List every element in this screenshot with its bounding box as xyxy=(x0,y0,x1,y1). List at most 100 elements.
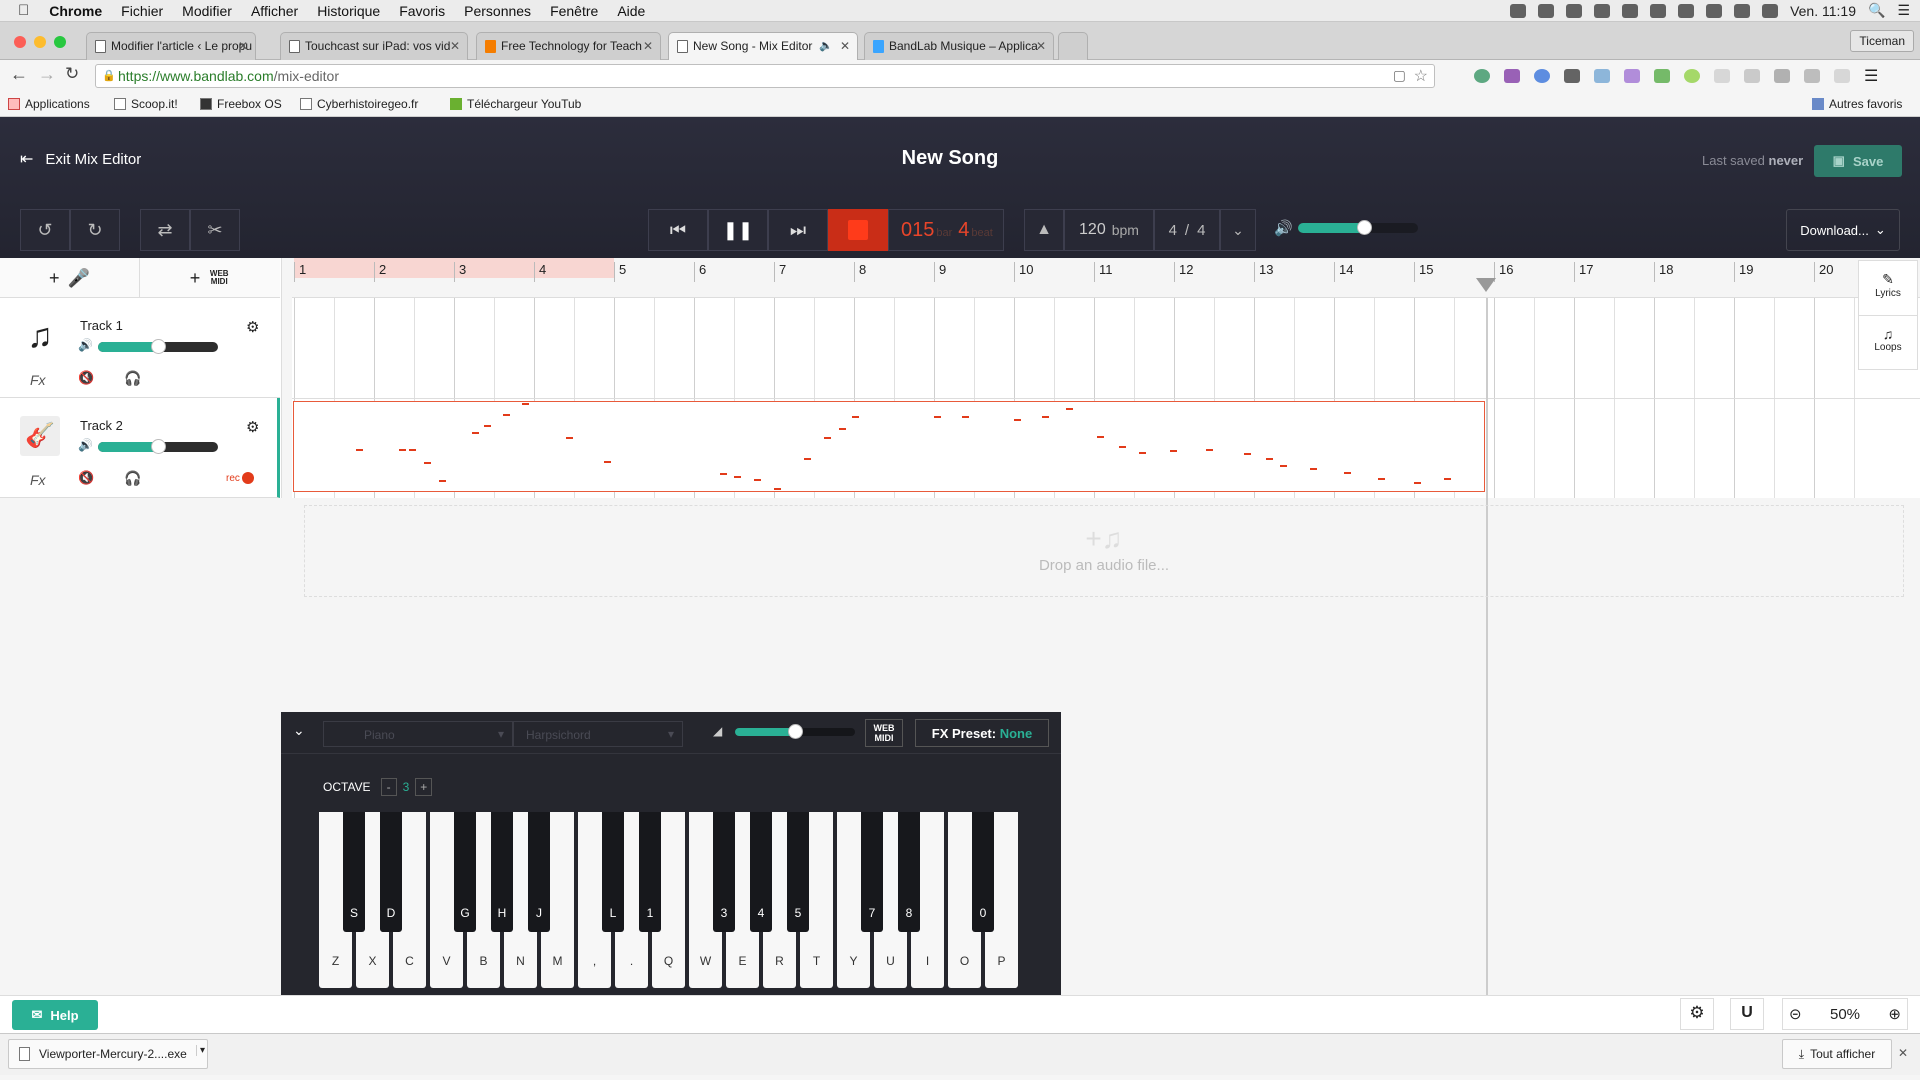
creative-cloud-icon[interactable] xyxy=(1622,3,1639,18)
track-volume-slider[interactable] xyxy=(98,439,218,454)
bookmark-scoopit[interactable]: Scoop.it! xyxy=(114,97,178,111)
midi-note[interactable] xyxy=(1414,482,1421,484)
download-button[interactable]: Download... ⌄ xyxy=(1786,209,1900,251)
zoom-out-icon[interactable]: ⊝ xyxy=(1789,1005,1802,1023)
track-row[interactable]: ♫ Track 1 ⚙ 🔊 Fx 🔇 🎧 xyxy=(0,298,280,398)
cloud-icon[interactable] xyxy=(1510,3,1527,18)
track-name[interactable]: Track 1 xyxy=(80,318,123,333)
extension-icon[interactable] xyxy=(1714,69,1730,83)
browser-tab[interactable]: Modifier l'article ‹ Le propu ✕ xyxy=(86,32,256,60)
octave-increase-button[interactable]: + xyxy=(415,778,433,796)
midi-note[interactable] xyxy=(754,479,761,481)
add-voice-track-button[interactable]: + 🎤 xyxy=(0,258,140,298)
track-instrument-icon[interactable]: ♫ xyxy=(20,316,60,356)
menu-afficher[interactable]: Afficher xyxy=(251,3,298,19)
piano-black-key[interactable]: L xyxy=(602,812,624,932)
drive-icon[interactable] xyxy=(1594,3,1611,18)
close-tab-icon[interactable]: ✕ xyxy=(840,39,850,53)
keyboard-volume-slider[interactable] xyxy=(735,724,855,739)
browser-tab[interactable]: Touchcast sur iPad: vos vid ✕ xyxy=(280,32,468,60)
position-counter[interactable]: 015 bar 4 beat xyxy=(888,209,1004,251)
midi-note[interactable] xyxy=(1378,478,1385,480)
profile-button[interactable]: Ticeman xyxy=(1850,30,1914,52)
browser-tab[interactable]: Free Technology for Teach ✕ xyxy=(476,32,661,60)
instrument-select[interactable]: Piano ▾ xyxy=(323,721,513,747)
piano-black-key[interactable]: G xyxy=(454,812,476,932)
lyrics-button[interactable]: ✎ Lyrics xyxy=(1859,261,1917,316)
close-tab-icon[interactable]: ✕ xyxy=(238,39,248,53)
menu-historique[interactable]: Historique xyxy=(317,3,380,19)
menu-fenetre[interactable]: Fenêtre xyxy=(550,3,598,19)
airplay-icon[interactable] xyxy=(1650,3,1667,18)
track-instrument-icon[interactable]: 🎸 xyxy=(20,416,60,456)
skip-back-button[interactable]: ⏮ xyxy=(648,209,708,251)
bookmark-other[interactable]: Autres favoris xyxy=(1812,97,1902,111)
record-button[interactable] xyxy=(828,209,888,251)
camera-icon[interactable] xyxy=(1594,69,1610,83)
box-icon[interactable] xyxy=(1538,3,1555,18)
track-volume-icon[interactable]: 🔊 xyxy=(78,438,93,452)
zoom-window-button[interactable] xyxy=(54,36,66,48)
mute-icon[interactable]: 🔇 xyxy=(78,370,94,386)
gear-icon[interactable]: ⚙ xyxy=(246,418,259,436)
midi-note[interactable] xyxy=(1444,478,1451,480)
midi-note[interactable] xyxy=(566,437,573,439)
rss-icon[interactable] xyxy=(1834,69,1850,83)
midi-note[interactable] xyxy=(399,449,406,451)
add-midi-track-button[interactable]: + WEB MIDI xyxy=(140,258,280,298)
notification-center-icon[interactable]: ☰ xyxy=(1897,2,1910,19)
close-shelf-icon[interactable]: ✕ xyxy=(1898,1046,1908,1060)
midi-note[interactable] xyxy=(472,432,479,434)
midi-note[interactable] xyxy=(1119,446,1126,448)
piano-black-key[interactable]: 4 xyxy=(750,812,772,932)
midi-note[interactable] xyxy=(424,462,431,464)
menu-chrome[interactable]: Chrome xyxy=(49,3,102,19)
midi-note[interactable] xyxy=(1170,450,1177,452)
pen-icon[interactable] xyxy=(1624,69,1640,83)
preset-select[interactable]: Harpsichord ▾ xyxy=(513,721,683,747)
download-menu-arrow-icon[interactable]: ▾ xyxy=(195,1045,205,1056)
midi-note[interactable] xyxy=(720,473,727,475)
playhead-marker-icon[interactable] xyxy=(1476,278,1496,292)
forward-icon[interactable]: → xyxy=(38,64,56,85)
midi-note[interactable] xyxy=(824,437,831,439)
url-field[interactable]: 🔒 https://www.bandlab.com/mix-editor ▢ ☆ xyxy=(95,64,1435,88)
midi-note[interactable] xyxy=(409,449,416,451)
midi-note[interactable] xyxy=(604,461,611,463)
piano-black-key[interactable]: 3 xyxy=(713,812,735,932)
notion-icon[interactable] xyxy=(1774,69,1790,83)
piano-black-key[interactable]: H xyxy=(491,812,513,932)
piano-black-key[interactable]: S xyxy=(343,812,365,932)
spotlight-icon[interactable]: 🔍 xyxy=(1868,2,1885,19)
bookmark-applications[interactable]: Applications xyxy=(8,97,90,111)
extension-icon[interactable] xyxy=(1804,69,1820,83)
extension-icon[interactable] xyxy=(1744,69,1760,83)
piano-black-key[interactable]: D xyxy=(380,812,402,932)
track-volume-icon[interactable]: 🔊 xyxy=(78,338,93,352)
bookmark-youtube-downloader[interactable]: Téléchargeur YouTub xyxy=(450,97,581,111)
time-machine-icon[interactable] xyxy=(1678,3,1695,18)
octave-decrease-button[interactable]: - xyxy=(380,778,397,796)
midi-note[interactable] xyxy=(1042,416,1049,418)
extension-icon[interactable] xyxy=(1564,69,1580,83)
klout-icon[interactable] xyxy=(1534,69,1550,83)
song-title[interactable]: New Song xyxy=(0,147,1900,170)
gear-icon[interactable]: ⚙ xyxy=(246,318,259,336)
menu-favoris[interactable]: Favoris xyxy=(399,3,445,19)
piano-black-key[interactable]: 0 xyxy=(972,812,994,932)
midi-note[interactable] xyxy=(1097,436,1104,438)
loops-button[interactable]: ♫ Loops xyxy=(1859,316,1917,371)
piano-black-key[interactable]: J xyxy=(528,812,550,932)
back-icon[interactable]: ← xyxy=(10,64,28,85)
track-volume-slider[interactable] xyxy=(98,339,218,354)
status-dot-icon[interactable] xyxy=(1684,69,1700,83)
master-volume-slider[interactable] xyxy=(1298,220,1418,235)
bookmark-cyberhistoiregeo[interactable]: Cyberhistoiregeo.fr xyxy=(300,97,418,111)
download-item[interactable]: Viewporter-Mercury-2....exe ▾ xyxy=(8,1039,208,1069)
midi-note[interactable] xyxy=(484,425,491,427)
skip-forward-button[interactable]: ⏭ xyxy=(768,209,828,251)
tempo-dropdown-button[interactable]: ⌄ xyxy=(1220,209,1256,251)
close-tab-icon[interactable]: ✕ xyxy=(643,39,653,53)
minimize-window-button[interactable] xyxy=(34,36,46,48)
midi-note[interactable] xyxy=(804,458,811,460)
